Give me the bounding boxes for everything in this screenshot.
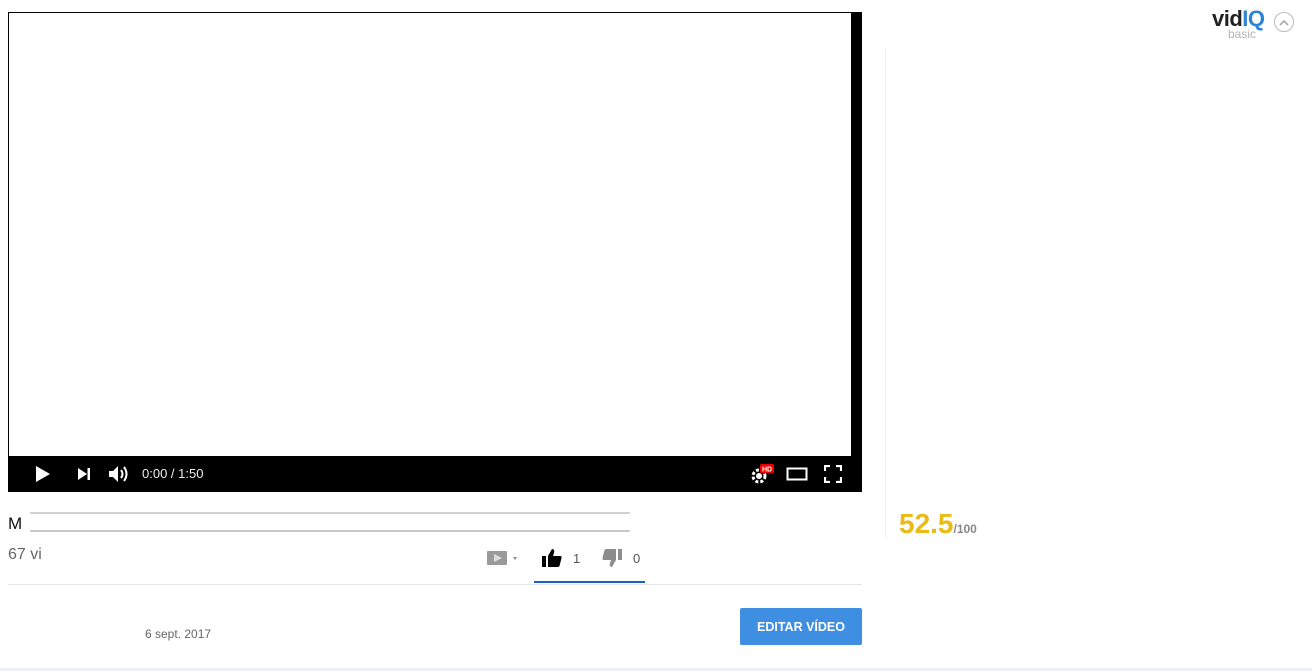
time-separator: / xyxy=(167,466,179,481)
obscured-title-line xyxy=(30,512,630,514)
vidiq-plan: basic xyxy=(1228,27,1257,41)
theater-mode-button[interactable] xyxy=(784,456,810,492)
time-display: 0:00 / 1:50 xyxy=(142,456,203,492)
publish-date: 6 sept. 2017 xyxy=(145,627,212,641)
vidiq-score: 52.5/100 xyxy=(899,508,977,540)
next-icon xyxy=(78,468,90,480)
play-button[interactable] xyxy=(30,456,56,492)
volume-icon xyxy=(109,466,128,482)
settings-icon: HD xyxy=(751,464,774,484)
video-frame[interactable] xyxy=(9,13,851,456)
thumbs-up-icon xyxy=(542,549,562,567)
like-button[interactable]: 1 xyxy=(541,544,580,572)
score-value: 52.5 xyxy=(899,508,954,539)
fullscreen-icon xyxy=(824,465,842,483)
theater-mode-icon xyxy=(786,467,808,481)
dislike-count: 0 xyxy=(633,550,641,566)
volume-button[interactable] xyxy=(106,456,132,492)
time-current: 0:00 xyxy=(142,466,168,481)
view-count: 67 vi xyxy=(8,546,42,563)
section-divider xyxy=(8,584,862,585)
chevron-up-icon xyxy=(1279,19,1289,26)
edit-video-button[interactable]: EDITAR VÍDEO xyxy=(740,608,862,645)
next-button[interactable] xyxy=(72,456,96,492)
like-ratio-bar xyxy=(534,581,645,583)
obscured-title-line xyxy=(30,530,630,532)
player-controls-bar: 0:00 / 1:50 HD xyxy=(8,456,862,492)
video-title: M xyxy=(8,514,23,533)
score-max: /100 xyxy=(953,522,977,536)
add-to-playlist-icon xyxy=(487,551,517,565)
thumbs-down-icon xyxy=(602,549,622,567)
add-to-playlist-button[interactable] xyxy=(486,544,520,572)
time-total: 1:50 xyxy=(178,466,204,481)
hd-badge: HD xyxy=(762,466,772,473)
settings-button[interactable]: HD xyxy=(748,456,776,492)
video-player[interactable]: 0:00 / 1:50 HD xyxy=(8,12,862,492)
play-icon xyxy=(36,466,50,482)
like-count: 1 xyxy=(573,550,581,566)
sidebar-divider xyxy=(885,48,886,538)
dislike-button[interactable]: 0 xyxy=(601,544,640,572)
fullscreen-button[interactable] xyxy=(820,456,846,492)
collapse-button[interactable] xyxy=(1274,12,1294,32)
